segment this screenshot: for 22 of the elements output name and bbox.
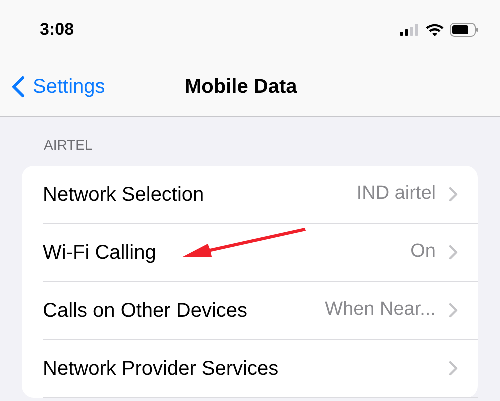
settings-row[interactable]: Network Provider Services: [43, 340, 478, 398]
row-value: When Near...: [325, 298, 436, 322]
wifi-icon: [426, 24, 444, 36]
chevron-left-icon: [12, 76, 25, 98]
settings-row[interactable]: Network Selection IND airtel: [43, 166, 478, 224]
chevron-right-icon: [449, 187, 458, 202]
row-label: Network Provider Services: [43, 356, 279, 382]
row-value: On: [410, 240, 436, 264]
chevron-right-icon: [449, 361, 458, 376]
section-header: AIRTEL: [43, 136, 94, 155]
settings-row[interactable]: Calls on Other Devices When Near...: [43, 282, 478, 340]
battery-icon: [450, 23, 479, 37]
status-time: 3:08: [40, 19, 74, 42]
row-value: IND airtel: [356, 182, 436, 206]
row-label: Wi-Fi Calling: [43, 240, 156, 266]
page-title: Mobile Data: [185, 75, 298, 100]
chevron-right-icon: [449, 245, 458, 260]
row-label: Calls on Other Devices: [43, 298, 248, 324]
chevron-right-icon: [449, 303, 458, 318]
row-label: Network Selection: [43, 182, 204, 208]
signal-icon: [400, 24, 420, 36]
back-button[interactable]: Settings: [0, 72, 106, 102]
